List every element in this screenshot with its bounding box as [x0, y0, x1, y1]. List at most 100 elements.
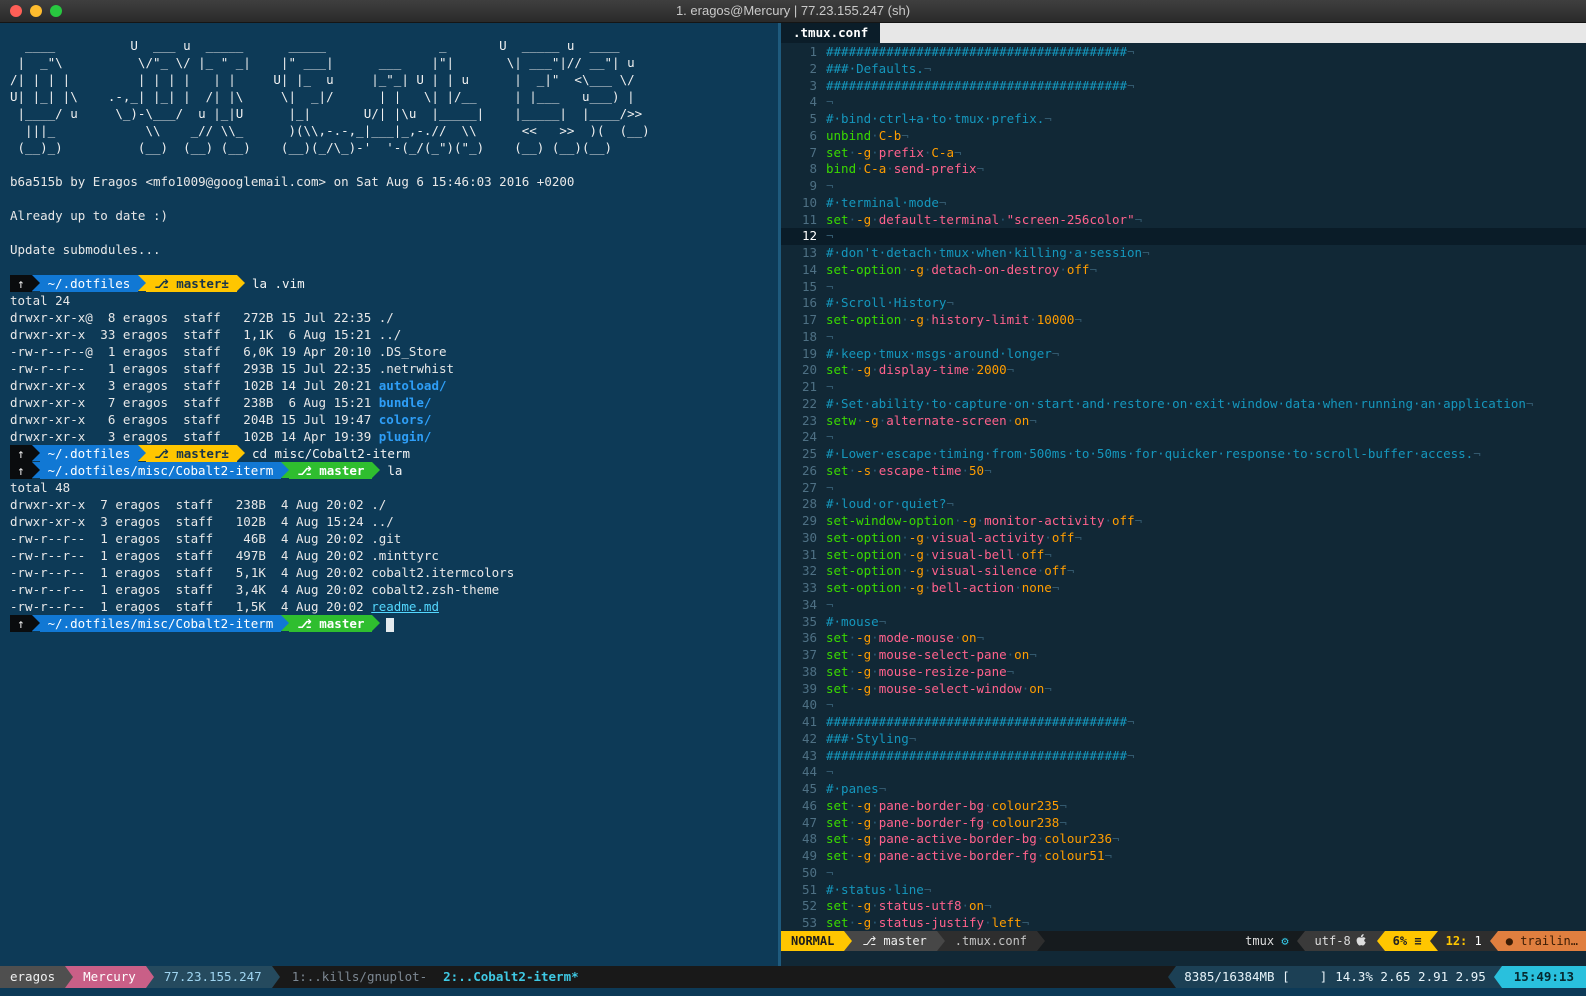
token-sp: · — [856, 413, 864, 428]
token-sp: · — [984, 798, 992, 813]
powerline-arrow — [1494, 966, 1502, 988]
token-k: set — [826, 362, 849, 377]
line-number: 39 — [781, 681, 826, 698]
vim-buffer[interactable]: 1#######################################… — [781, 43, 1586, 931]
token-eol: ¬ — [826, 178, 834, 193]
token-art: U| |_| |\ .-,_| |_| | /| |\ \| _|/ | | \… — [10, 89, 635, 104]
token-sp: · — [849, 815, 857, 830]
line-text: set-option·-g·visual-silence·off¬ — [826, 563, 1074, 580]
vim-line: 26set·-s·escape-time·50¬ — [781, 463, 1586, 480]
close-button[interactable] — [10, 5, 22, 17]
token-v: none — [1022, 580, 1052, 595]
terminal-line: ____ U ___ u _____ _____ _ U _____ u ___… — [10, 37, 778, 54]
readme-link[interactable]: readme.md — [371, 599, 439, 614]
line-text: set·-g·display-time·2000¬ — [826, 362, 1014, 379]
vim-line: 21¬ — [781, 379, 1586, 396]
token-c: #·bind·ctrl+a·to·tmux·prefix. — [826, 111, 1044, 126]
line-number: 10 — [781, 195, 826, 212]
token-f: -g — [856, 362, 871, 377]
vim-line: 37set·-g·mouse-select-pane·on¬ — [781, 647, 1586, 664]
token-c: #·Lower·escape·timing·from·500ms·to·50ms… — [826, 446, 1473, 461]
token-w: b6a515b by Eragos <mfo1009@googlemail.co… — [10, 174, 574, 189]
token-aBB — [32, 275, 40, 291]
gear-icon: ⚙ — [1281, 934, 1288, 948]
token-sb: ↑ — [10, 275, 32, 292]
token-sp: · — [1014, 580, 1022, 595]
traffic-lights — [0, 5, 62, 17]
vim-line: 41######################################… — [781, 714, 1586, 731]
line-number: 5 — [781, 111, 826, 128]
line-text: #·loud·or·quiet?¬ — [826, 496, 954, 513]
vim-tab-tmux-conf[interactable]: .tmux.conf — [781, 23, 880, 43]
line-text: ¬ — [826, 597, 834, 614]
token-eol: ¬ — [901, 128, 909, 143]
tmux-window-2-active[interactable]: 2:..Cobalt2-iterm* — [439, 966, 582, 988]
token-sp: · — [856, 161, 864, 176]
token-art: | _"\ \/"_ \/ |_ " _| |" ___| ___ |"| \|… — [10, 55, 635, 70]
vim-line: 6unbind·C-b¬ — [781, 128, 1586, 145]
token-sp: · — [849, 898, 857, 913]
line-text: set-option·-g·visual-activity·off¬ — [826, 530, 1082, 547]
shell-pane[interactable]: ____ U ___ u _____ _____ _ U _____ u ___… — [0, 23, 778, 966]
line-number: 46 — [781, 798, 826, 815]
token-o: escape-time — [879, 463, 962, 478]
token-k: set-option — [826, 580, 901, 595]
token-sp: · — [849, 145, 857, 160]
token-sp: · — [901, 262, 909, 277]
powerline-arrow — [146, 966, 154, 988]
line-number: 8 — [781, 161, 826, 178]
token-f: -g — [909, 530, 924, 545]
vim-tabline: .tmux.conf — [781, 23, 1586, 43]
terminal-line: /| | | | | | | | | | U| |_ u |_"_| U | |… — [10, 71, 778, 88]
token-o: display-time — [879, 362, 969, 377]
token-w: total 48 — [10, 480, 70, 495]
vim-pane[interactable]: .tmux.conf 1############################… — [778, 23, 1586, 966]
terminal-line: drwxr-xr-x 3 eragos staff 102B 14 Jul 20… — [10, 377, 778, 394]
iterm-window: 1. eragos@Mercury | 77.23.155.247 (sh) _… — [0, 0, 1586, 996]
token-k: set-option — [826, 547, 901, 562]
line-text: #·terminal·mode¬ — [826, 195, 946, 212]
scroll-percent: 6% — [1393, 934, 1407, 948]
terminal-line: ↑~/.dotfiles/misc/Cobalt2-iterm⎇ masterl… — [10, 462, 778, 479]
token-art: ____ U ___ u _____ _____ _ U _____ u ___… — [10, 38, 620, 53]
titlebar[interactable]: 1. eragos@Mercury | 77.23.155.247 (sh) — [0, 0, 1586, 23]
line-number: 45 — [781, 781, 826, 798]
minimize-button[interactable] — [30, 5, 42, 17]
token-f: -g — [909, 547, 924, 562]
terminal-line: -rw-r--r--@ 1 eragos staff 6,0K 19 Apr 2… — [10, 343, 778, 360]
tmux-window-1[interactable]: 1:..kills/gnuplot- — [280, 966, 439, 988]
line-text: set·-g·prefix·C-a¬ — [826, 145, 962, 162]
powerline-arrow — [844, 931, 852, 951]
token-k: setw — [826, 413, 856, 428]
token-eol: ¬ — [826, 379, 834, 394]
line-number: 33 — [781, 580, 826, 597]
line-number: 1 — [781, 44, 826, 61]
line-number: 23 — [781, 413, 826, 430]
vim-line: 43######################################… — [781, 748, 1586, 765]
token-k: set — [826, 630, 849, 645]
vim-line: 50¬ — [781, 865, 1586, 882]
token-eol: ¬ — [977, 161, 985, 176]
token-eol: ¬ — [1059, 815, 1067, 830]
fullscreen-button[interactable] — [50, 5, 62, 17]
token-k: set — [826, 463, 849, 478]
token-o: detach-on-destroy — [931, 262, 1059, 277]
token-sp: · — [849, 647, 857, 662]
line-text: #·Set·ability·to·capture·on·start·and·re… — [826, 396, 1533, 413]
line-text: ¬ — [826, 379, 834, 396]
line-text: set·-g·mode-mouse·on¬ — [826, 630, 984, 647]
token-sp: · — [871, 463, 879, 478]
token-art: /| | | | | | | | | | U| |_ u |_"_| U | |… — [10, 72, 635, 87]
token-eol: ¬ — [826, 228, 834, 243]
token-eol: ¬ — [879, 614, 887, 629]
token-dir: autoload/ — [379, 378, 447, 393]
line-text: ¬ — [826, 697, 834, 714]
token-w: drwxr-xr-x 7 eragos staff 238B 4 Aug 20:… — [10, 497, 386, 512]
token-f: -g — [856, 647, 871, 662]
token-v: off — [1052, 530, 1075, 545]
vim-mode-indicator: NORMAL — [781, 931, 844, 951]
line-number: 44 — [781, 764, 826, 781]
line-text: set-option·-g·history-limit·10000¬ — [826, 312, 1082, 329]
encoding-indicator: utf-8 — [1305, 931, 1377, 951]
token-eol: ¬ — [1135, 513, 1143, 528]
